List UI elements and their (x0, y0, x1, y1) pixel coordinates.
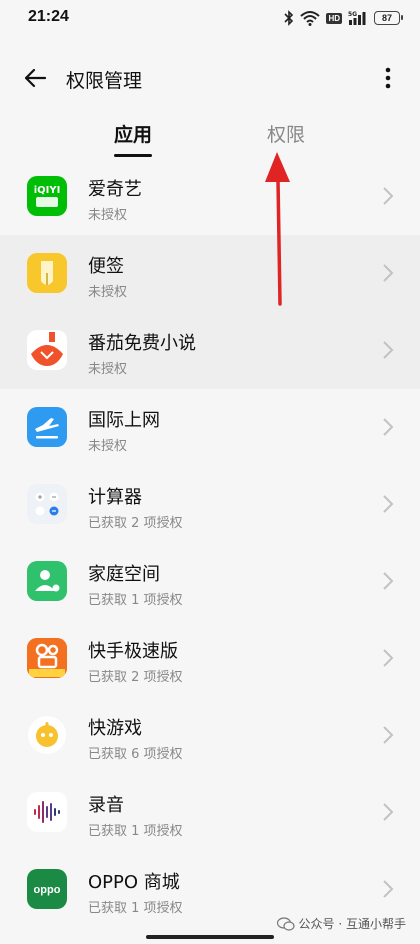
list-item[interactable]: 便签 未授权 (0, 235, 420, 312)
family-space-icon (27, 561, 67, 601)
svg-text:oppo: oppo (34, 884, 61, 896)
app-name: 国际上网 (88, 410, 160, 431)
app-name: OPPO 商城 (88, 872, 180, 893)
home-indicator[interactable] (146, 935, 274, 939)
more-vertical-icon (385, 67, 391, 89)
chevron-right-icon (383, 726, 394, 744)
tab-apps[interactable]: 应用 (114, 120, 152, 147)
svg-text:iQIYI: iQIYI (34, 185, 61, 196)
watermark-text: 公众号 · 互通小帮手 (298, 917, 406, 931)
oppo-store-icon: oppo (27, 869, 67, 909)
app-status: 未授权 (88, 285, 128, 300)
page-title: 权限管理 (66, 70, 143, 92)
list-item[interactable]: 家庭空间 已获取 1 项授权 (0, 543, 420, 620)
chevron-right-icon (383, 341, 394, 359)
chevron-right-icon (383, 649, 394, 667)
more-options-button[interactable] (378, 64, 398, 92)
list-item[interactable]: 录音 已获取 1 项授权 (0, 774, 420, 851)
signal-icon: 5G (348, 11, 366, 25)
watermark: 公众号 · 互通小帮手 (276, 915, 406, 932)
tomato-novel-icon (27, 330, 67, 370)
app-bar: 权限管理 (0, 52, 420, 104)
back-button[interactable] (18, 64, 52, 92)
app-status: 未授权 (88, 439, 128, 454)
chevron-right-icon (383, 572, 394, 590)
app-name: 快游戏 (88, 718, 142, 739)
status-time: 21:24 (28, 8, 69, 25)
app-status: 未授权 (88, 362, 128, 377)
app-name: 计算器 (88, 487, 142, 508)
status-bar: 21:24 HD 5G 87 (0, 0, 420, 36)
tab-permissions[interactable]: 权限 (267, 120, 305, 147)
status-icons: HD 5G 87 (284, 9, 403, 27)
calculator-icon (27, 484, 67, 524)
list-item[interactable]: 快手极速版 已获取 2 项授权 (0, 620, 420, 697)
battery-level: 87 (381, 13, 392, 23)
app-name: 番茄免费小说 (88, 333, 196, 354)
bluetooth-icon (284, 10, 294, 26)
recorder-icon (27, 792, 67, 832)
battery-icon: 87 (374, 11, 403, 25)
app-status: 未授权 (88, 208, 128, 223)
app-status: 已获取 1 项授权 (88, 593, 183, 608)
list-item[interactable]: 国际上网 未授权 (0, 389, 420, 466)
app-status: 已获取 1 项授权 (88, 824, 183, 839)
tab-indicator (114, 154, 152, 157)
chevron-right-icon (383, 803, 394, 821)
iqiyi-icon: iQIYI (27, 176, 67, 216)
list-item[interactable]: 番茄免费小说 未授权 (0, 312, 420, 389)
app-status: 已获取 2 项授权 (88, 670, 183, 685)
chevron-right-icon (383, 264, 394, 282)
tab-bar: 应用 权限 (0, 112, 420, 160)
notes-icon (27, 253, 67, 293)
wifi-icon (300, 11, 321, 26)
app-list: iQIYI 爱奇艺 未授权 便签 未授权 番茄免费小说 未授权 国际上网 未授权… (0, 158, 420, 928)
app-status: 已获取 1 项授权 (88, 901, 183, 916)
chevron-right-icon (383, 418, 394, 436)
quick-game-icon (27, 715, 67, 755)
app-status: 已获取 6 项授权 (88, 747, 183, 762)
chevron-right-icon (383, 187, 394, 205)
app-name: 录音 (88, 795, 124, 816)
list-item[interactable]: iQIYI 爱奇艺 未授权 (0, 158, 420, 235)
wechat-icon (276, 916, 295, 931)
app-name: 便签 (88, 256, 124, 277)
chevron-right-icon (383, 880, 394, 898)
chevron-right-icon (383, 495, 394, 513)
airplane-icon (27, 407, 67, 447)
list-item[interactable]: 快游戏 已获取 6 项授权 (0, 697, 420, 774)
hd-badge: HD (326, 12, 342, 24)
back-arrow-icon (24, 68, 47, 88)
list-item[interactable]: 计算器 已获取 2 项授权 (0, 466, 420, 543)
app-name: 家庭空间 (88, 564, 160, 585)
app-name: 爱奇艺 (88, 179, 142, 200)
app-name: 快手极速版 (88, 641, 178, 662)
svg-text:5G: 5G (348, 11, 357, 18)
kuaishou-lite-icon (27, 638, 67, 678)
app-status: 已获取 2 项授权 (88, 516, 183, 531)
